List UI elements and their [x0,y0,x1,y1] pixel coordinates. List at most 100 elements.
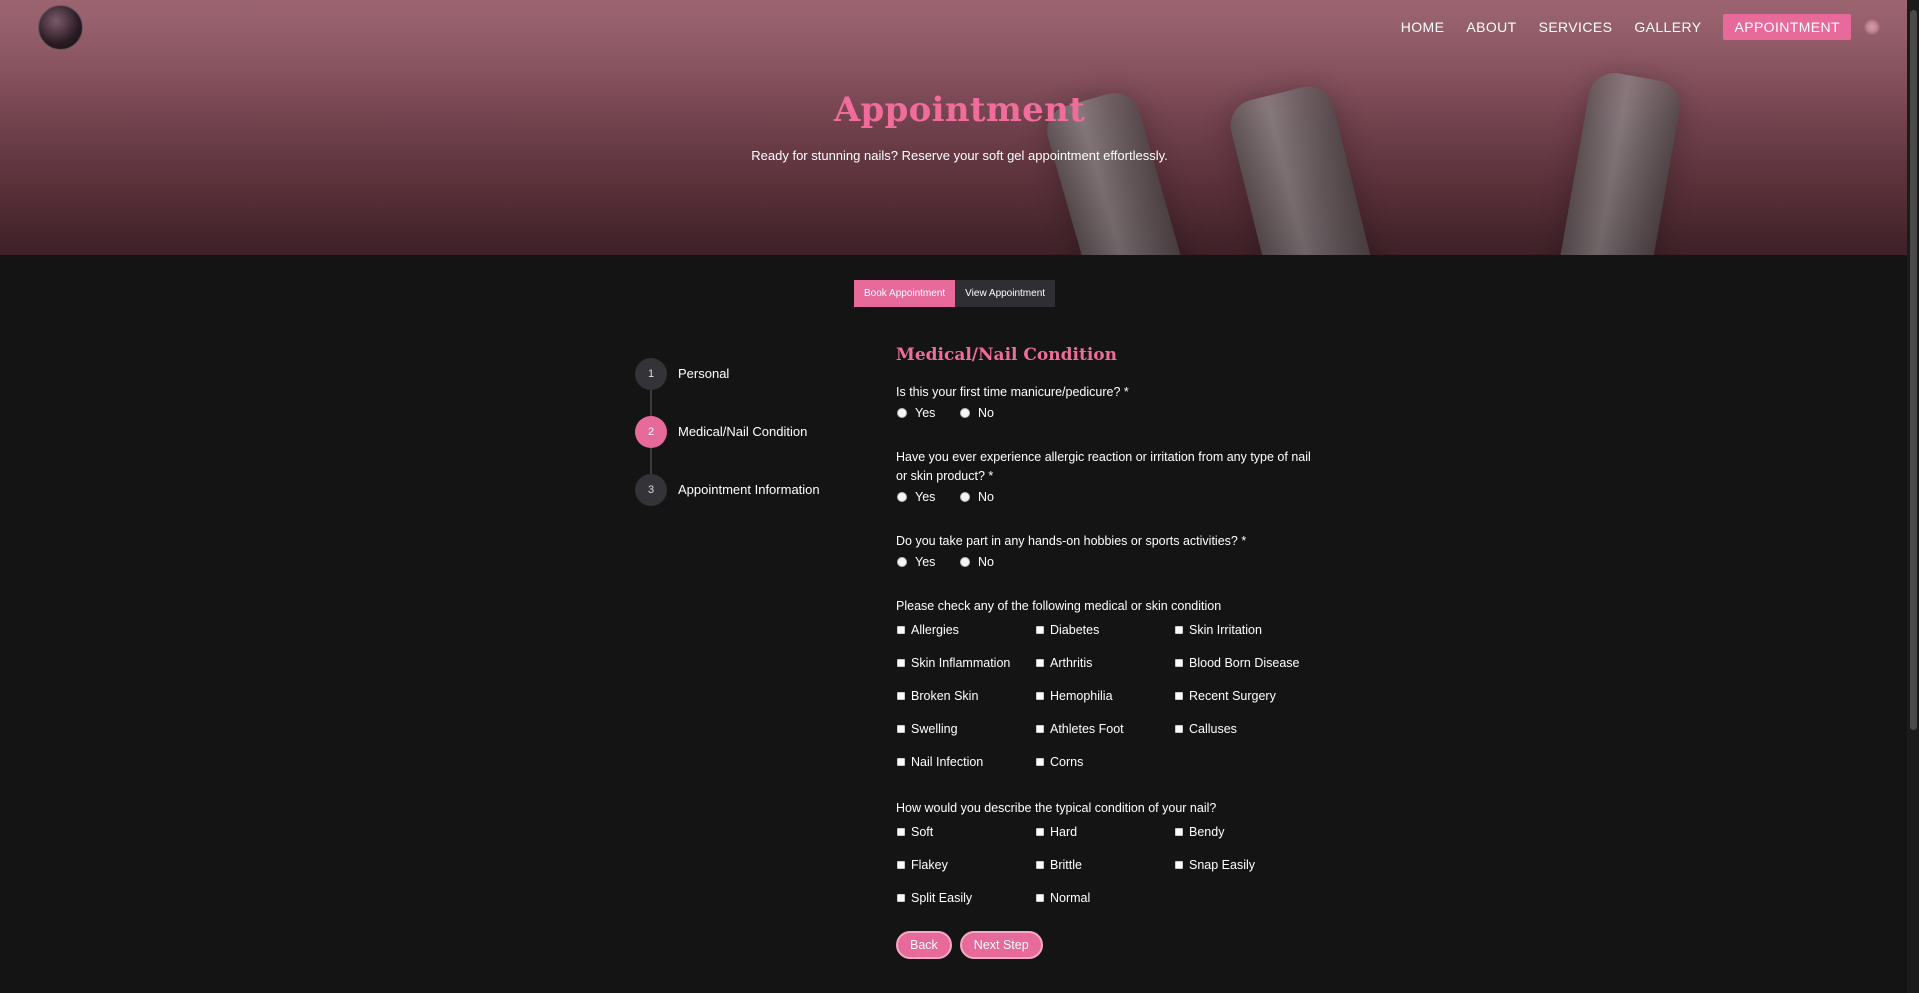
checkbox-split-easily[interactable]: Split Easily [896,888,1035,907]
radio-option-no[interactable]: No [959,490,1022,504]
option-label: Brittle [1050,857,1082,872]
checkbox[interactable] [1175,724,1183,733]
checkbox-recent-surgery[interactable]: Recent Surgery [1174,686,1313,705]
radio-button[interactable] [897,408,907,418]
question-label: Have you ever experience allergic reacti… [896,450,1311,483]
checkbox-brittle[interactable]: Brittle [1035,855,1174,874]
checkbox[interactable] [1175,691,1183,700]
radio-button[interactable] [960,408,970,418]
checkbox[interactable] [1175,860,1183,869]
step-connector [650,448,652,474]
checkbox[interactable] [897,658,905,667]
option-label: No [978,490,994,504]
checkbox[interactable] [897,827,905,836]
checkbox-skin-inflammation[interactable]: Skin Inflammation [896,653,1035,672]
option-label: Allergies [911,622,959,637]
option-label: Nail Infection [911,754,984,769]
main-nav: HOME ABOUT SERVICES GALLERY APPOINTMENT [1379,14,1879,40]
page-scrollbar[interactable] [1907,0,1919,993]
radio-option-yes[interactable]: Yes [896,490,959,504]
radio-button[interactable] [960,492,970,502]
radio-button[interactable] [897,492,907,502]
step-personal[interactable]: 1 Personal [635,358,820,416]
option-label: Broken Skin [911,688,979,703]
nav-gallery[interactable]: GALLERY [1634,19,1701,35]
checkbox-nail-infection[interactable]: Nail Infection [896,752,1035,771]
checkbox-hard[interactable]: Hard [1035,822,1174,841]
radio-button[interactable] [960,557,970,567]
nav-appointment[interactable]: APPOINTMENT [1723,14,1851,40]
checkbox-flakey[interactable]: Flakey [896,855,1035,874]
checkbox[interactable] [897,691,905,700]
profile-avatar-icon[interactable] [1865,20,1879,34]
checkbox-calluses[interactable]: Calluses [1174,719,1313,738]
checkbox[interactable] [1036,658,1044,667]
tab-view-appointment[interactable]: View Appointment [955,280,1056,307]
radio-option-no[interactable]: No [959,555,1022,569]
brand-logo[interactable] [38,5,83,50]
checkbox-skin-irritation[interactable]: Skin Irritation [1174,620,1313,639]
section-title: Medical/Nail Condition [896,345,1117,365]
nav-about[interactable]: ABOUT [1466,19,1516,35]
question-medical-conditions: Please check any of the following medica… [896,597,1316,771]
checkbox-swelling[interactable]: Swelling [896,719,1035,738]
appointment-tabs: Book Appointment View Appointment [854,280,1056,307]
radio-option-yes[interactable]: Yes [896,555,959,569]
question-label: How would you describe the typical condi… [896,801,1217,815]
radio-option-no[interactable]: No [959,406,1022,420]
checkbox-normal[interactable]: Normal [1035,888,1174,907]
checkbox-group: Allergies Diabetes Skin Irritation Skin … [896,620,1316,771]
option-label: Arthritis [1050,655,1093,670]
question-hobbies: Do you take part in any hands-on hobbies… [896,532,1316,569]
checkbox[interactable] [1036,724,1044,733]
checkbox[interactable] [1036,691,1044,700]
nav-services[interactable]: SERVICES [1539,19,1613,35]
checkbox[interactable] [1036,625,1044,634]
option-label: Snap Easily [1189,857,1256,872]
option-label: Hemophilia [1050,688,1113,703]
checkbox[interactable] [1036,827,1044,836]
checkbox[interactable] [897,724,905,733]
step-label: Personal [678,366,730,381]
checkbox[interactable] [1175,625,1183,634]
radio-option-yes[interactable]: Yes [896,406,959,420]
checkbox[interactable] [1036,860,1044,869]
checkbox-soft[interactable]: Soft [896,822,1035,841]
checkbox-arthritis[interactable]: Arthritis [1035,653,1174,672]
step-medical-nail-condition[interactable]: 2 Medical/Nail Condition [635,416,820,474]
checkbox-corns[interactable]: Corns [1035,752,1174,771]
question-label: Please check any of the following medica… [896,599,1222,613]
checkbox[interactable] [1036,893,1044,902]
nav-home[interactable]: HOME [1401,19,1445,35]
checkbox[interactable] [897,757,905,766]
scrollbar-thumb[interactable] [1910,10,1917,730]
radio-group: Yes No [896,490,1316,504]
checkbox-bendy[interactable]: Bendy [1174,822,1313,841]
checkbox-blood-born-disease[interactable]: Blood Born Disease [1174,653,1313,672]
checkbox-broken-skin[interactable]: Broken Skin [896,686,1035,705]
question-label: Is this your first time manicure/pedicur… [896,385,1129,399]
next-step-button[interactable]: Next Step [959,931,1043,959]
checkbox-snap-easily[interactable]: Snap Easily [1174,855,1313,874]
tab-book-appointment[interactable]: Book Appointment [854,280,956,307]
step-label: Appointment Information [678,482,820,497]
checkbox-allergies[interactable]: Allergies [896,620,1035,639]
checkbox-diabetes[interactable]: Diabetes [1035,620,1174,639]
option-label: Yes [915,555,936,569]
checkbox-hemophilia[interactable]: Hemophilia [1035,686,1174,705]
checkbox[interactable] [897,625,905,634]
checkbox[interactable] [897,860,905,869]
checkbox-group: Soft Hard Bendy Flakey Brittle Snap Easi… [896,822,1316,907]
checkbox[interactable] [1175,827,1183,836]
checkbox-athletes-foot[interactable]: Athletes Foot [1035,719,1174,738]
back-button[interactable]: Back [896,931,952,959]
checkbox[interactable] [897,893,905,902]
option-label: Yes [915,406,936,420]
radio-button[interactable] [897,557,907,567]
checkbox[interactable] [1036,757,1044,766]
checkbox[interactable] [1175,658,1183,667]
step-number: 3 [635,474,667,506]
option-label: Normal [1050,890,1091,905]
step-number: 1 [635,358,667,390]
step-appointment-information[interactable]: 3 Appointment Information [635,474,820,532]
